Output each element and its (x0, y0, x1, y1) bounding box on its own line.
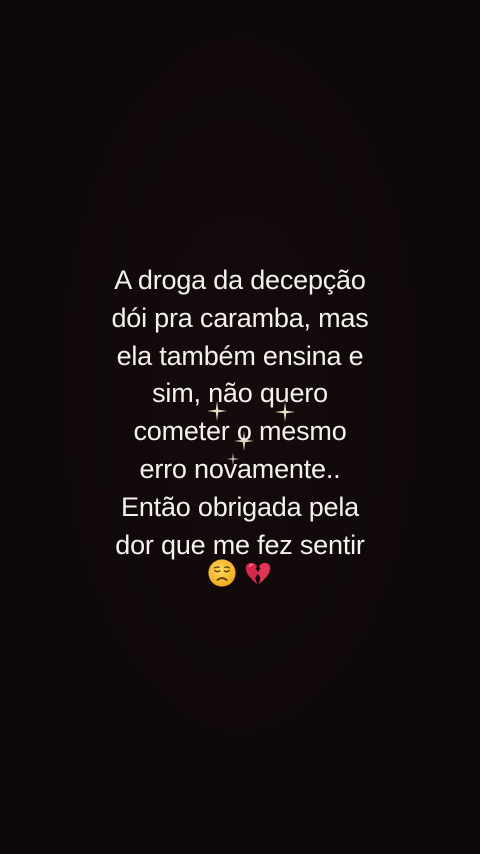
story-screen: A droga da decepção dói pra caramba, mas… (0, 0, 480, 854)
story-line-2: dói pra caramba, mas (111, 302, 369, 333)
story-line-3: ela também ensina e (116, 340, 364, 371)
story-line-1: A droga da decepção (114, 265, 366, 295)
emoji-row (0, 558, 480, 594)
story-line-4: sim, não quero (152, 378, 328, 409)
story-line-7: Então obrigada pela (121, 491, 359, 522)
disappointed-face-icon (208, 559, 236, 587)
story-line-6: erro novamente.. (139, 453, 341, 484)
broken-heart-icon (245, 562, 271, 585)
story-text: A droga da decepção dói pra caramba, mas… (40, 262, 440, 564)
story-line-5: cometer o mesmo (133, 416, 347, 447)
